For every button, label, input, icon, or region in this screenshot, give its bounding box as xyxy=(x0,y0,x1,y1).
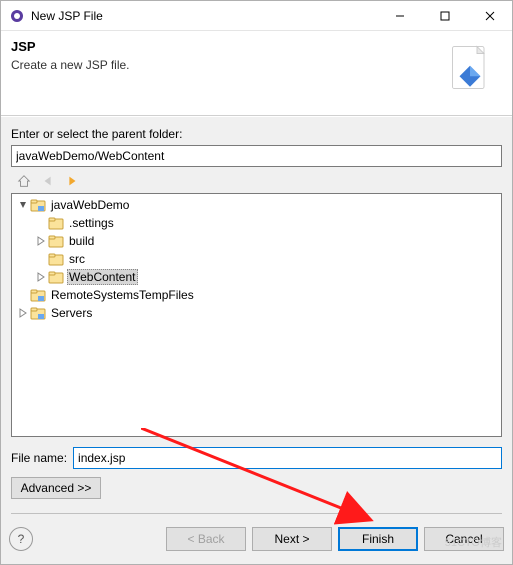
parent-folder-label: Enter or select the parent folder: xyxy=(11,127,502,141)
tree-item-label: Servers xyxy=(49,306,94,320)
maximize-button[interactable] xyxy=(422,1,467,31)
project-icon xyxy=(30,197,46,213)
tree-toolbar xyxy=(11,167,502,193)
jsp-file-icon xyxy=(438,39,502,103)
project-icon xyxy=(30,305,46,321)
cancel-button[interactable]: Cancel xyxy=(424,527,504,551)
window-title: New JSP File xyxy=(31,9,377,23)
tree-item[interactable]: .settings xyxy=(12,214,501,232)
tree-item[interactable]: src xyxy=(12,250,501,268)
page-description: Create a new JSP file. xyxy=(11,58,430,72)
expand-icon[interactable] xyxy=(34,216,48,230)
folder-icon xyxy=(48,215,64,231)
tree-item-label: RemoteSystemsTempFiles xyxy=(49,288,196,302)
expand-icon[interactable] xyxy=(34,234,48,248)
folder-icon xyxy=(48,269,64,285)
expand-icon[interactable] xyxy=(16,288,30,302)
home-icon[interactable] xyxy=(13,171,35,191)
finish-button[interactable]: Finish xyxy=(338,527,418,551)
tree-item[interactable]: javaWebDemo xyxy=(12,196,501,214)
tree-item[interactable]: build xyxy=(12,232,501,250)
tree-item[interactable]: RemoteSystemsTempFiles xyxy=(12,286,501,304)
filename-label: File name: xyxy=(11,451,67,465)
folder-tree[interactable]: javaWebDemo .settings build src WebContent Re… xyxy=(11,193,502,437)
expand-icon[interactable] xyxy=(16,198,30,212)
project-icon xyxy=(30,287,46,303)
tree-item-label: javaWebDemo xyxy=(49,198,131,212)
page-title: JSP xyxy=(11,39,430,54)
wizard-header: JSP Create a new JSP file. xyxy=(1,31,512,116)
expand-icon[interactable] xyxy=(16,306,30,320)
expand-icon[interactable] xyxy=(34,252,48,266)
tree-item[interactable]: WebContent xyxy=(12,268,501,286)
back-button[interactable]: < Back xyxy=(166,527,246,551)
tree-item-label: WebContent xyxy=(67,269,138,285)
back-arrow-icon[interactable] xyxy=(37,171,59,191)
folder-icon xyxy=(48,251,64,267)
forward-arrow-icon[interactable] xyxy=(61,171,83,191)
help-icon[interactable]: ? xyxy=(9,527,33,551)
folder-icon xyxy=(48,233,64,249)
eclipse-wizard-icon xyxy=(9,8,25,24)
advanced-button[interactable]: Advanced >> xyxy=(11,477,101,499)
titlebar: New JSP File xyxy=(1,1,512,31)
tree-item-label: src xyxy=(67,252,87,266)
tree-item-label: .settings xyxy=(67,216,116,230)
minimize-button[interactable] xyxy=(377,1,422,31)
filename-input[interactable] xyxy=(73,447,502,469)
expand-icon[interactable] xyxy=(34,270,48,284)
next-button[interactable]: Next > xyxy=(252,527,332,551)
tree-item[interactable]: Servers xyxy=(12,304,501,322)
close-button[interactable] xyxy=(467,1,512,31)
button-bar: ? < Back Next > Finish Cancel xyxy=(1,514,512,564)
parent-folder-input[interactable] xyxy=(11,145,502,167)
tree-item-label: build xyxy=(67,234,96,248)
